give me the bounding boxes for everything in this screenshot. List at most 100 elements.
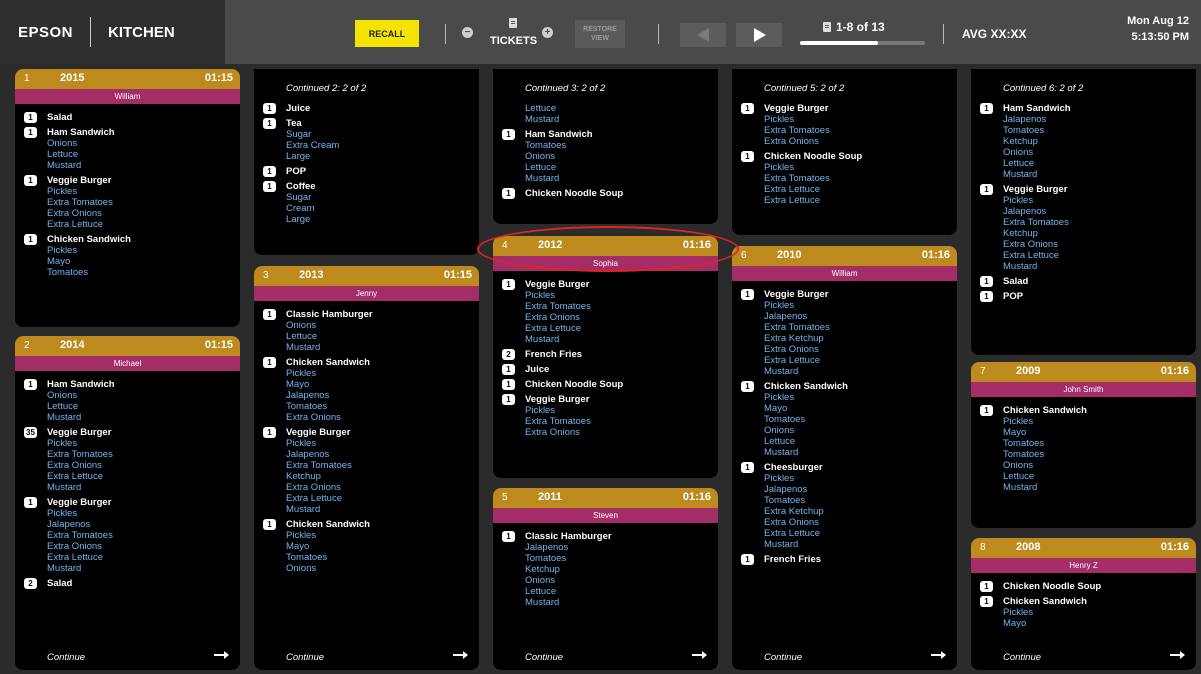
order-item[interactable]: 1 Chicken Sandwich Pickles Mayo Tomatoes [15,234,240,278]
item-modifier: Tomatoes [47,267,89,278]
order-item[interactable]: 1 Veggie Burger Pickles Jalapenos Extra Toma… [254,427,479,515]
order-item[interactable]: 1 Salad [15,112,240,123]
order-ticket-2[interactable]: 2 2014 01:15 Michael 1 Ham Sandwich Onions… [15,336,240,670]
order-item[interactable]: 1 Juice [254,103,479,114]
item-body: Veggie Burger Pickles Extra Tomatoes Extra … [47,427,240,493]
arrow-right-icon [692,651,707,659]
order-ticket-3-continued[interactable]: Continued 3: 2 of 2 Lettuce Mustard 1 Ham … [493,69,718,224]
continue-footer[interactable]: Continue [971,646,1196,670]
order-ticket-6[interactable]: 6 2010 01:16 William 1 Veggie Burger Pickl… [732,246,957,670]
order-item[interactable]: 1 Veggie Burger Pickles Extra Tomatoes Extra… [493,394,718,438]
order-item[interactable]: 1 Veggie Burger Pickles Jalapenos Extra Toma… [732,289,957,377]
clock: Mon Aug 12 5:13:50 PM [1127,13,1189,45]
highlight-annotation [477,226,739,272]
minus-circle-icon[interactable]: − [462,27,473,38]
order-ticket-1[interactable]: 1 2015 01:15 William 1 Salad 1 Ham Sandwich… [15,69,240,327]
order-item[interactable]: 1 Veggie Burger Pickles Extra Tomatoes Extra… [15,175,240,230]
quantity-badge: 1 [502,379,515,390]
item-name: Chicken Sandwich [286,519,370,530]
item-modifier: Mustard [47,160,82,171]
top-bar: EPSON KITCHEN RECALL − TICKETS + RESTORE… [0,0,1201,64]
order-item[interactable]: 1 French Fries [732,554,957,565]
order-item[interactable]: 1 Chicken Noodle Soup [493,379,718,390]
order-item[interactable]: 1 Juice [493,364,718,375]
ticket-index: 7 [980,366,986,377]
order-ticket-3[interactable]: 3 2013 01:15 Jenny 1 Classic Hamburger Oni… [254,266,479,670]
item-modifier: Extra Tomatoes [47,449,113,460]
order-item[interactable]: 1 Chicken Noodle Soup [493,188,718,199]
continue-footer[interactable]: Continue [493,646,718,670]
order-item[interactable]: 1 POP [254,166,479,177]
item-list: 1 Ham Sandwich Tomatoes Onions Lettuce Mustar… [493,129,718,199]
order-item[interactable]: 1 Tea Sugar Extra Cream Large [254,118,479,162]
item-modifier: Mustard [525,173,560,184]
order-item[interactable]: 1 Chicken Noodle Soup [971,581,1196,592]
order-item[interactable]: 1 Veggie Burger Pickles Jalapenos Extra Toma… [971,184,1196,272]
ticket-items: 1 Veggie Burger Pickles Extra Tomatoes Extra… [493,271,718,438]
item-name: Ham Sandwich [1003,103,1071,114]
order-item[interactable]: 1 Ham Sandwich Tomatoes Onions Lettuce Mustar… [493,129,718,184]
order-item[interactable]: 1 Ham Sandwich Onions Lettuce Mustard [15,379,240,423]
order-item[interactable]: 1 POP [971,291,1196,302]
plus-circle-icon[interactable]: + [542,27,553,38]
order-ticket-4[interactable]: 4 2012 01:16 Sophia 1 Veggie Burger Pickle… [493,236,718,478]
item-modifier: Mustard [764,366,799,377]
ticket-items: 1 Veggie Burger Pickles Jalapenos Extra Toma… [732,281,957,565]
order-item[interactable]: 1 Classic Hamburger Jalapenos Tomatoes Ketch… [493,531,718,608]
order-item[interactable]: 1 Ham Sandwich Onions Lettuce Mustard [15,127,240,171]
order-ticket-8[interactable]: 8 2008 01:16 Henry Z 1 Chicken Noodle Sou… [971,538,1196,670]
order-item[interactable]: 1 Salad [971,276,1196,287]
order-ticket-7[interactable]: 7 2009 01:16 John Smith 1 Chicken Sandwic… [971,362,1196,528]
order-item[interactable]: 1 Classic Hamburger Onions Lettuce Mustard [254,309,479,353]
order-item[interactable]: 1 Chicken Sandwich Pickles Mayo Tomatoes Onio… [732,381,957,458]
order-item[interactable]: 1 Chicken Sandwich Pickles Mayo Tomatoes Onio… [254,519,479,574]
order-item[interactable]: 1 Chicken Sandwich Pickles Mayo Tomatoes Toma… [971,405,1196,493]
arrow-right-icon [1170,651,1185,659]
item-modifier: Ketchup [1003,136,1038,147]
order-item[interactable]: 2 Salad [15,578,240,589]
item-modifier: Pickles [47,438,78,449]
next-page-button[interactable] [736,23,782,47]
order-ticket-6-continued[interactable]: Continued 6: 2 of 2 1 Ham Sandwich Jalapen… [971,69,1196,355]
order-item[interactable]: 1 Veggie Burger Pickles Extra Tomatoes Extra… [732,103,957,147]
customer-name: Michael [15,356,240,371]
order-item[interactable]: 1 Chicken Noodle Soup Pickles Extra Tomatoe… [732,151,957,206]
previous-page-button[interactable] [680,23,726,47]
continue-footer[interactable]: Continue [15,646,240,670]
item-name: Chicken Sandwich [1003,405,1087,416]
order-item[interactable]: 1 Chicken Sandwich Pickles Mayo [971,596,1196,629]
quantity-badge: 1 [263,166,276,177]
ticket-items: 1 Chicken Sandwich Pickles Mayo Tomatoes Toma… [971,397,1196,493]
quantity-badge: 1 [502,188,515,199]
item-modifier: Pickles [764,473,795,484]
order-item[interactable]: 1 Ham Sandwich Jalapenos Tomatoes Ketchup Oni… [971,103,1196,180]
item-name: Veggie Burger [764,103,829,114]
item-modifier: Onions [47,138,78,149]
continue-footer[interactable]: Continue [254,646,479,670]
order-item[interactable]: 1 Chicken Sandwich Pickles Mayo Jalapenos Tom… [254,357,479,423]
item-modifier: Pickles [764,162,795,173]
item-name: French Fries [525,349,583,360]
order-item[interactable]: 1 Veggie Burger Pickles Extra Tomatoes Extra… [493,279,718,345]
order-item[interactable]: 2 French Fries [493,349,718,360]
order-ticket-5[interactable]: 5 2011 01:16 Steven 1 Classic Hamburger Ja… [493,488,718,670]
ticket-index: 2 [24,340,30,351]
item-name: Tea [286,118,302,129]
order-item[interactable]: 1 Veggie Burger Pickles Jalapenos Extra Toma… [15,497,240,574]
recall-button[interactable]: RECALL [355,20,419,47]
ticket-items: 1 Chicken Noodle Soup 1 Chicken Sandwich Pic… [971,573,1196,629]
ticket-items: 1 Ham Sandwich Jalapenos Tomatoes Ketchup Oni… [971,95,1196,302]
continue-footer[interactable]: Continue [732,646,957,670]
continued-label: Continued 5: 2 of 2 [764,83,845,94]
item-name: Ham Sandwich [47,127,115,138]
order-ticket-2-continued[interactable]: Continued 2: 2 of 2 1 Juice 1 Tea Sugar Extra… [254,69,479,255]
item-modifier: Lettuce [47,149,79,160]
order-item[interactable]: 1 Cheesburger Pickles Jalapenos Tomatoes Extr… [732,462,957,550]
order-ticket-5-continued[interactable]: Continued 5: 2 of 2 1 Veggie Burger Pickle… [732,69,957,235]
order-item[interactable]: 35 Veggie Burger Pickles Extra Tomatoes Extr… [15,427,240,493]
quantity-badge: 1 [263,181,276,192]
item-modifier: Extra Cream [286,140,340,151]
ticket-timer: 01:16 [682,491,711,503]
restore-view-button[interactable]: RESTORE VIEW [575,20,625,48]
order-item[interactable]: 1 Coffee Sugar Cream Large [254,181,479,225]
